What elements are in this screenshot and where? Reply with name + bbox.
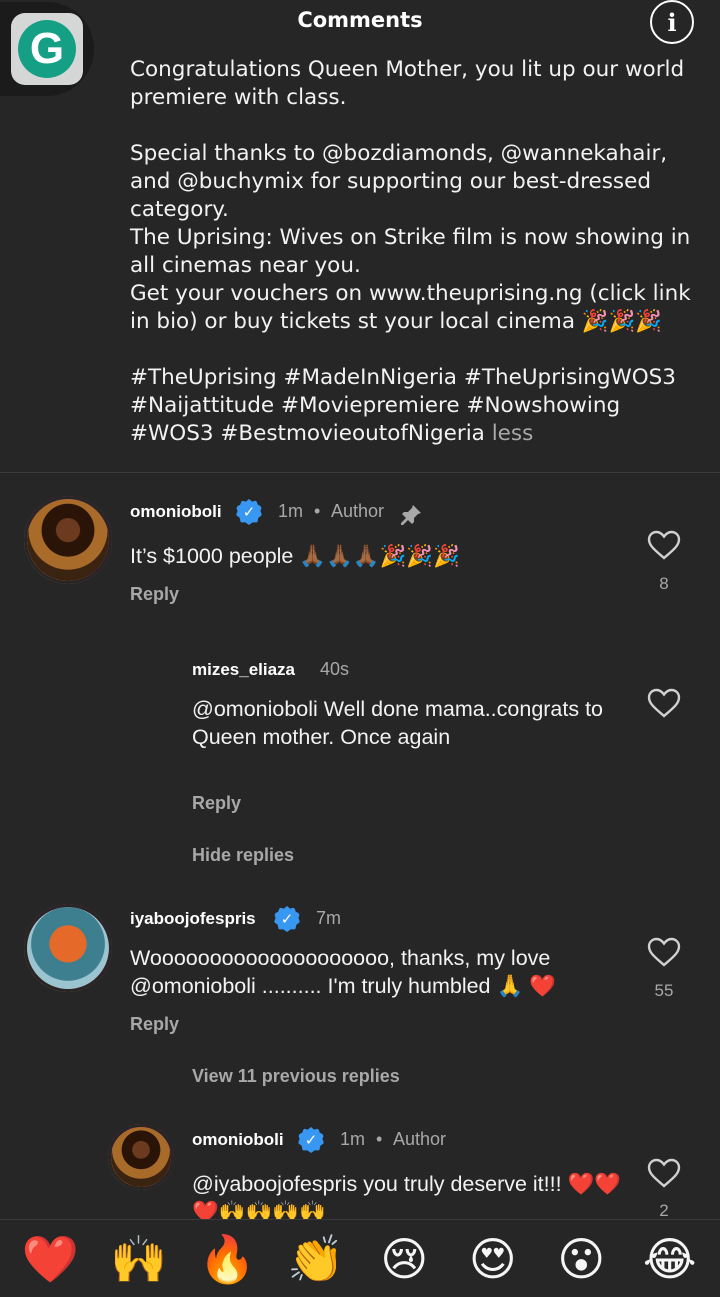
reply-button[interactable]: Reply [130,584,179,605]
avatar[interactable] [24,904,112,992]
comments-header: Comments i [0,0,720,58]
hide-replies-button[interactable]: Hide replies [192,845,294,866]
reply-button[interactable]: Reply [192,793,241,814]
meta-separator: • [376,1129,383,1149]
avatar[interactable] [24,496,112,584]
caption-divider [0,472,720,473]
like-count[interactable]: 55 [647,981,681,1001]
pin-icon [401,505,421,525]
floating-app-bubble[interactable]: G [0,2,94,96]
verified-badge-icon: ✓ [236,499,262,525]
heart-emoji-button[interactable]: ❤️ [18,1231,82,1287]
comment-time: 40s [320,659,350,679]
avatar-image [111,1127,171,1187]
avatar-image [27,499,109,581]
fire-emoji-button[interactable]: 🔥 [195,1231,259,1287]
comment-username[interactable]: omonioboli [130,502,222,522]
heart-eyes-emoji-button[interactable]: 😍 [461,1231,525,1287]
comment-text: @iyaboojofespris you truly deserve it!!!… [192,1172,622,1219]
clapping-emoji-button[interactable]: 👏 [284,1231,348,1287]
laughing-emoji-button[interactable]: 😂 [638,1231,702,1287]
g-logo-icon: G [18,20,76,78]
heart-icon[interactable] [647,1158,681,1188]
comment-time: 1m [340,1129,366,1149]
heart-icon[interactable] [647,530,681,560]
reply-button[interactable]: Reply [130,1014,179,1035]
less-link[interactable]: less [492,421,534,446]
app-icon-tile: G [11,13,83,85]
meta-separator: • [314,501,321,521]
surprised-emoji-button[interactable]: 😮 [549,1231,613,1287]
author-badge: Author [331,501,385,521]
avatar-image [27,907,109,989]
post-caption: Congratulations Queen Mother, you lit up… [130,56,695,448]
author-badge: Author [393,1129,447,1149]
comment-text: @omonioboli Well done mama..congrats to … [192,697,604,749]
avatar[interactable] [114,660,170,716]
caption-text: Congratulations Queen Mother, you lit up… [130,57,691,446]
like-count[interactable]: 2 [647,1201,681,1219]
page-title: Comments [297,8,423,32]
verified-badge-icon: ✓ [298,1127,324,1153]
comment-text: It’s $1000 people 🙏🏾🙏🏾🙏🏾🎉🎉🎉 [130,544,460,568]
view-previous-replies-button[interactable]: View 11 previous replies [192,1066,400,1087]
emoji-reaction-bar: ❤️ 🙌 🔥 👏 😢 😍 😮 😂 [0,1219,720,1297]
info-icon[interactable]: i [650,0,694,44]
heart-icon[interactable] [647,937,681,967]
heart-icon[interactable] [647,688,681,718]
comment-username[interactable]: omonioboli [192,1130,284,1150]
comment-time: 1m [278,501,304,521]
like-count[interactable]: 8 [647,574,681,594]
verified-badge-icon: ✓ [274,906,300,932]
comment-text: Woooooooooooooooooooo, thanks, my love @… [130,946,557,998]
avatar[interactable] [108,1124,174,1190]
raised-hands-emoji-button[interactable]: 🙌 [107,1231,171,1287]
comment-username[interactable]: mizes_eliaza [192,660,295,680]
crying-emoji-button[interactable]: 😢 [372,1231,436,1287]
comment-username[interactable]: iyaboojofespris [130,909,256,929]
comment-time: 7m [316,908,342,928]
